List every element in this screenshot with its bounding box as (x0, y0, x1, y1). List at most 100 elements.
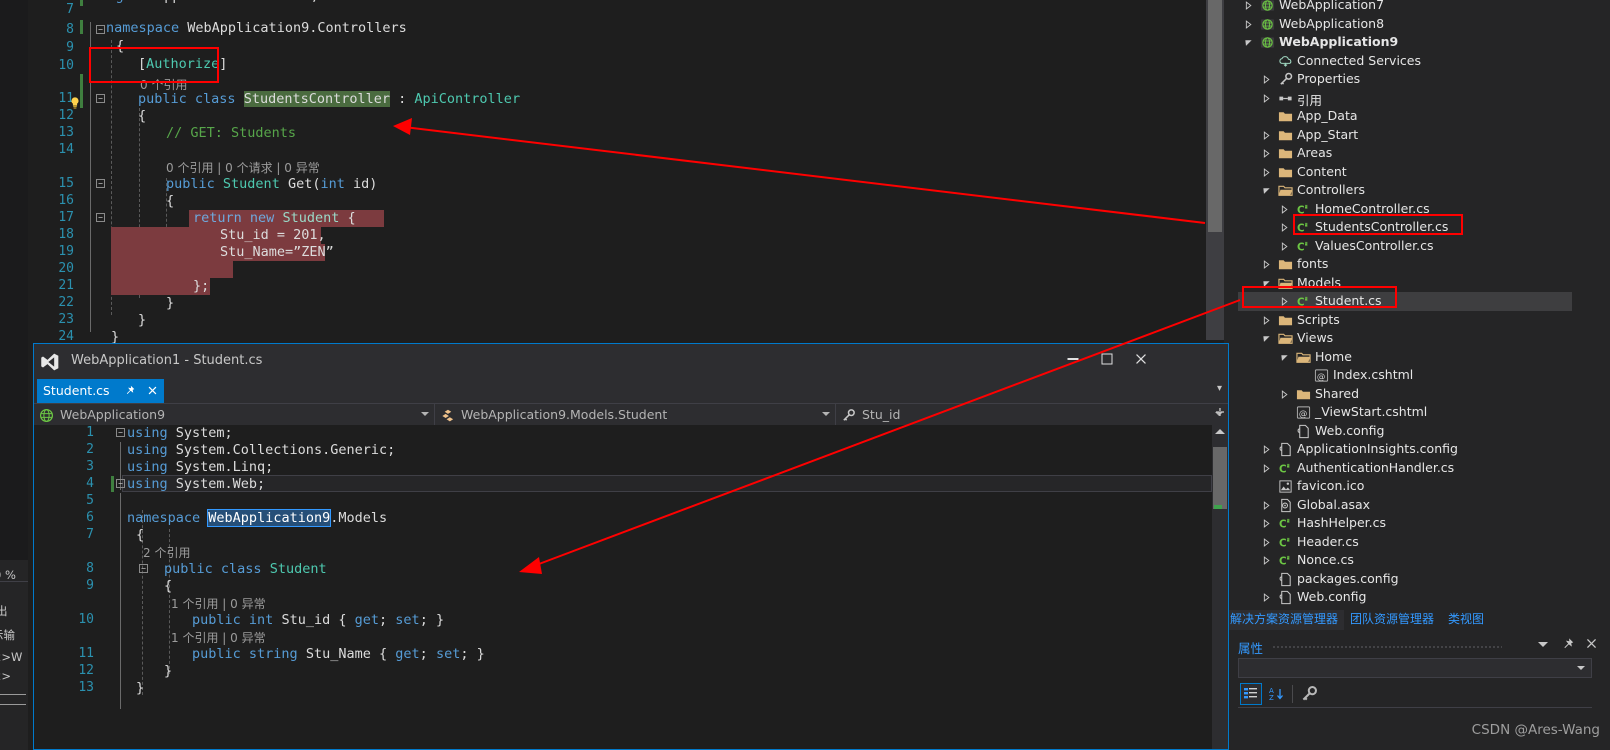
minimize-button[interactable] (1056, 344, 1090, 374)
fold-toggle[interactable]: − (116, 428, 125, 437)
pin-icon[interactable] (1561, 637, 1574, 651)
tree-item-header-cs[interactable]: C Header.cs (1238, 533, 1572, 552)
tab-class-view[interactable]: 类视图 (1442, 610, 1490, 630)
main-editor-code-area[interactable]: 7 8 9 10 11 12 13 14 15 16 17 18 19 20 2… (28, 0, 1206, 345)
codelens-references-class[interactable]: 2 个引用 (143, 544, 190, 561)
tree-item-connected-services[interactable]: Connected Services (1238, 52, 1572, 71)
student-window-scrollbar[interactable] (1212, 425, 1228, 749)
tree-item-index-cshtml[interactable]: @ Index.cshtml (1238, 366, 1572, 385)
tree-item-hashhelper-cs[interactable]: C HashHelper.cs (1238, 514, 1572, 533)
twisty-collapsed-icon[interactable] (1262, 445, 1271, 454)
fold-toggle[interactable]: − (96, 25, 105, 34)
student-window-scrollbar-thumb[interactable] (1213, 447, 1227, 509)
close-button[interactable] (1124, 344, 1158, 374)
tree-item-home[interactable]: Home (1238, 348, 1572, 367)
chevron-down-icon[interactable] (1538, 642, 1548, 647)
twisty-collapsed-icon[interactable] (1280, 204, 1289, 214)
nav-type-selector[interactable]: WebApplication9.Models.Student (435, 404, 835, 426)
tree-item-properties[interactable]: Properties (1238, 70, 1572, 89)
floating-window-titlebar[interactable]: WebApplication1 - Student.cs (34, 344, 1228, 379)
tree-item-packages-config[interactable]: packages.config (1238, 570, 1572, 589)
twisty-collapsed-icon[interactable] (1262, 556, 1271, 565)
twisty-expanded-icon[interactable] (1244, 38, 1253, 47)
tree-item-nonce-cs[interactable]: C Nonce.cs (1238, 551, 1572, 570)
main-editor-scrollbar[interactable] (1206, 0, 1224, 340)
twisty-collapsed-icon[interactable] (1262, 593, 1271, 602)
codelens-references-stuid[interactable]: 1 个引用 | 0 异常 (171, 595, 266, 612)
student-cs-code-area[interactable]: 1 2 3 4 5 6 7 8 9 10 11 12 13 − − − usin… (34, 425, 1212, 749)
tree-item-favicon-ico[interactable]: favicon.ico (1238, 477, 1572, 496)
alphabetical-sort-button[interactable]: A Z (1266, 683, 1288, 705)
twisty-expanded-icon[interactable] (1262, 279, 1271, 288)
twisty-collapsed-icon[interactable] (1280, 241, 1289, 251)
maximize-button[interactable] (1090, 344, 1124, 374)
solution-explorer-tree[interactable]: WebApplication7 WebApplication8 WebApplica… (1238, 0, 1572, 608)
tree-item-webapplication7[interactable]: WebApplication7 (1238, 0, 1572, 15)
chevron-down-icon[interactable] (421, 412, 429, 416)
chevron-down-icon[interactable] (822, 412, 830, 416)
tree-item-web-config[interactable]: Web.config (1238, 588, 1572, 607)
fold-toggle[interactable]: − (96, 94, 105, 103)
twisty-collapsed-icon[interactable] (1280, 297, 1289, 306)
tree-item-app-start[interactable]: App_Start (1238, 126, 1572, 145)
twisty-collapsed-icon[interactable] (1280, 223, 1289, 232)
twisty-collapsed-icon[interactable] (1262, 75, 1271, 84)
tree-item-models[interactable]: Models (1238, 274, 1572, 293)
tree-item-shared[interactable]: Shared (1238, 385, 1572, 404)
lightbulb-icon[interactable] (68, 96, 82, 110)
tree-item-web-config[interactable]: Web.config (1238, 422, 1572, 441)
tree-item-fonts[interactable]: fonts (1238, 255, 1572, 274)
close-icon[interactable] (147, 385, 158, 396)
tree-item-webapplication9[interactable]: WebApplication9 (1238, 33, 1572, 52)
main-code-editor[interactable]: 7 8 9 10 11 12 13 14 15 16 17 18 19 20 2… (28, 0, 1206, 345)
codelens-references-2[interactable]: 0 个引用 | 0 个请求 | 0 异常 (166, 159, 320, 176)
tree-item-global-asax[interactable]: Global.asax (1238, 496, 1572, 515)
tree-item-views[interactable]: Views (1238, 329, 1572, 348)
twisty-collapsed-icon[interactable] (1244, 1, 1253, 10)
fold-toggle[interactable]: − (139, 564, 148, 573)
tree-item-scripts[interactable]: Scripts (1238, 311, 1572, 330)
tree-item-app-data[interactable]: App_Data (1238, 107, 1572, 126)
main-editor-scrollbar-thumb[interactable] (1208, 0, 1222, 232)
tab-team-explorer[interactable]: 团队资源管理器 (1344, 610, 1440, 630)
codelens-references-stuname[interactable]: 1 个引用 | 0 异常 (171, 629, 266, 646)
tree-item-[interactable]: 引用 (1238, 89, 1572, 108)
tab-student-cs[interactable]: Student.cs (37, 379, 164, 403)
twisty-collapsed-icon[interactable] (1262, 463, 1271, 473)
tree-item-studentscontroller-cs[interactable]: C StudentsController.cs (1238, 218, 1572, 237)
fold-toggle[interactable]: − (96, 213, 105, 222)
twisty-collapsed-icon[interactable] (1262, 93, 1271, 103)
categorized-view-button[interactable] (1240, 683, 1262, 705)
twisty-collapsed-icon[interactable] (1280, 389, 1289, 399)
properties-key-button[interactable] (1298, 683, 1320, 705)
twisty-collapsed-icon[interactable] (1262, 130, 1271, 140)
tree-item-authenticationhandler-cs[interactable]: C AuthenticationHandler.cs (1238, 459, 1572, 478)
nav-project-selector[interactable]: WebApplication9 (34, 404, 434, 426)
horizontal-split-handle[interactable]: ✛ (1212, 406, 1228, 424)
pin-icon[interactable] (124, 385, 135, 396)
fold-toggle[interactable]: − (116, 479, 125, 488)
twisty-collapsed-icon[interactable] (1262, 315, 1271, 325)
tree-item-areas[interactable]: Areas (1238, 144, 1572, 163)
tab-overflow-chevron-icon[interactable]: ▾ (1217, 383, 1222, 394)
properties-object-selector[interactable] (1238, 658, 1592, 678)
twisty-collapsed-icon[interactable] (1262, 500, 1271, 510)
tree-item-student-cs[interactable]: C Student.cs (1238, 292, 1572, 311)
twisty-collapsed-icon[interactable] (1262, 519, 1271, 528)
twisty-expanded-icon[interactable] (1280, 353, 1289, 362)
tree-item-applicationinsights-config[interactable]: ApplicationInsights.config (1238, 440, 1572, 459)
tree-item-content[interactable]: Content (1238, 163, 1572, 182)
nav-member-selector[interactable]: Stu_id (836, 404, 1228, 426)
tree-item-viewstart-cshtml[interactable]: @ _ViewStart.cshtml (1238, 403, 1572, 422)
twisty-expanded-icon[interactable] (1262, 186, 1271, 195)
twisty-collapsed-icon[interactable] (1262, 149, 1271, 158)
tab-solution-explorer[interactable]: 解决方案资源管理器 (1224, 610, 1345, 630)
tree-item-webapplication8[interactable]: WebApplication8 (1238, 15, 1572, 34)
floating-student-window[interactable]: WebApplication1 - Student.cs Student.cs (33, 343, 1229, 750)
tree-item-homecontroller-cs[interactable]: C HomeController.cs (1238, 200, 1572, 219)
twisty-expanded-icon[interactable] (1262, 334, 1271, 343)
twisty-collapsed-icon[interactable] (1262, 167, 1271, 177)
chevron-down-icon[interactable] (1577, 666, 1585, 670)
scroll-up-arrow[interactable] (1215, 429, 1225, 434)
fold-toggle[interactable]: − (96, 179, 105, 188)
